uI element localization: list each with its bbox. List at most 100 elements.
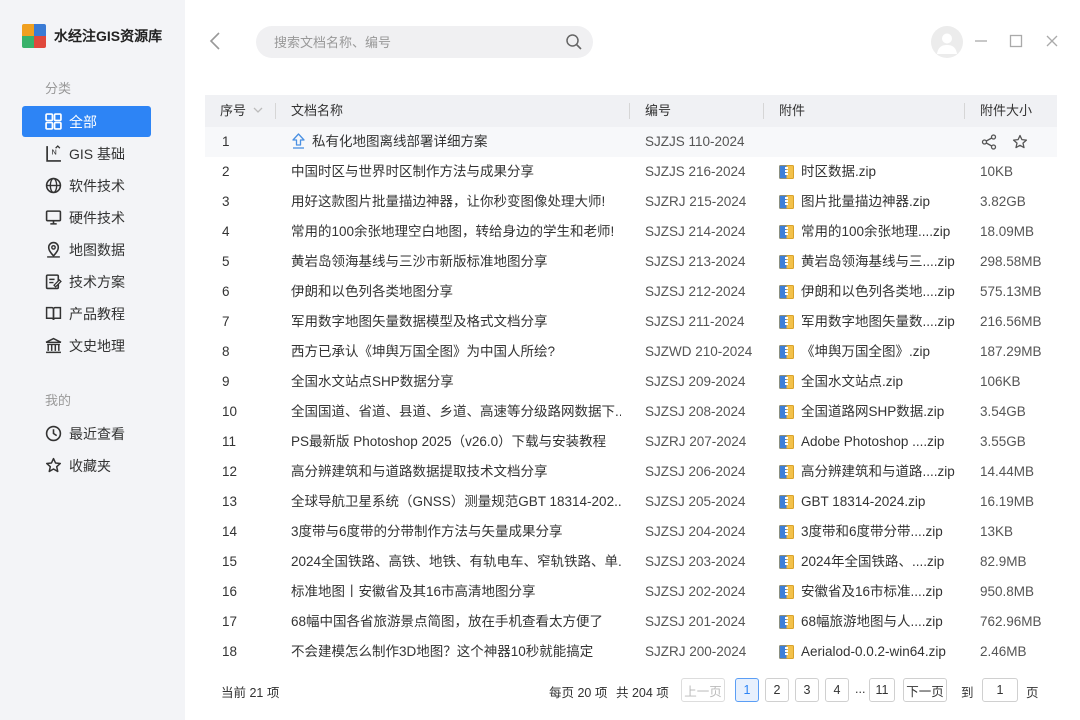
- avatar[interactable]: [931, 26, 963, 58]
- table-row[interactable]: 7 军用数字地图矢量数据模型及格式文档分享 SJZSJ 211-2024 军用数字地图…: [205, 307, 1057, 337]
- row-title-link[interactable]: 全球导航卫星系统（GNSS）测量规范GBT 18314-202...: [291, 487, 621, 517]
- prev-page-button[interactable]: 上一页: [681, 678, 725, 702]
- zip-file-icon: [779, 645, 794, 659]
- next-page-button[interactable]: 下一页: [903, 678, 947, 702]
- row-title-link[interactable]: 用好这款图片批量描边神器，让你秒变图像处理大师!: [291, 187, 621, 217]
- table-row[interactable]: 16 标准地图丨安徽省及其16市高清地图分享 SJZSJ 202-2024 安徽省及1…: [205, 577, 1057, 607]
- row-attachment-link[interactable]: 全国道路网SHP数据.zip: [779, 397, 959, 427]
- row-title-link[interactable]: 西方已承认《坤舆万国全图》为中国人所绘?: [291, 337, 621, 367]
- row-attachment-link[interactable]: 全国水文站点.zip: [779, 367, 959, 397]
- row-title-link[interactable]: PS最新版 Photoshop 2025（v26.0）下载与安装教程: [291, 427, 621, 457]
- close-button[interactable]: [1043, 32, 1061, 50]
- table-row[interactable]: 15 2024全国铁路、高铁、地铁、有轨电车、窄轨铁路、单... SJZSJ 203…: [205, 547, 1057, 577]
- table-row[interactable]: 10 全国国道、省道、县道、乡道、高速等分级路网数据下... SJZSJ 208-2…: [205, 397, 1057, 427]
- nav-item-tech-solution[interactable]: 技术方案: [22, 266, 151, 297]
- table-row[interactable]: 3 用好这款图片批量描边神器，让你秒变图像处理大师! SJZRJ 215-2024 图…: [205, 187, 1057, 217]
- header-size[interactable]: 附件大小: [980, 95, 1032, 127]
- header-name[interactable]: 文档名称: [291, 95, 343, 127]
- table-row[interactable]: 8 西方已承认《坤舆万国全图》为中国人所绘? SJZWD 210-2024 《坤舆万国…: [205, 337, 1057, 367]
- row-title-link[interactable]: 不会建模怎么制作3D地图？这个神器10秒就能搞定: [291, 637, 621, 667]
- back-button[interactable]: [205, 31, 225, 51]
- table-row[interactable]: 13 全球导航卫星系统（GNSS）测量规范GBT 18314-202... SJZS…: [205, 487, 1057, 517]
- row-code: SJZSJ 201-2024: [645, 614, 746, 629]
- header-attachment[interactable]: 附件: [779, 95, 805, 127]
- row-title-link[interactable]: 私有化地图离线部署详细方案: [291, 127, 621, 157]
- attachment-filename: 图片批量描边神器.zip: [801, 194, 931, 209]
- row-title-link[interactable]: 标准地图丨安徽省及其16市高清地图分享: [291, 577, 621, 607]
- row-title-link[interactable]: 常用的100余张地理空白地图，转给身边的学生和老师!: [291, 217, 621, 247]
- page-button-1[interactable]: 1: [735, 678, 759, 702]
- nav-item-history-geo[interactable]: 文史地理: [22, 330, 151, 361]
- search-input[interactable]: [274, 26, 564, 58]
- share-icon: [981, 134, 997, 150]
- table-row[interactable]: 18 不会建模怎么制作3D地图？这个神器10秒就能搞定 SJZRJ 200-2024…: [205, 637, 1057, 667]
- nav-item-all[interactable]: 全部: [22, 106, 151, 137]
- nav-item-map-data[interactable]: 地图数据: [22, 234, 151, 265]
- share-button[interactable]: [980, 133, 998, 151]
- nav-item-gis-basic[interactable]: N GIS 基础: [22, 138, 151, 169]
- column-divider[interactable]: [763, 103, 764, 119]
- goto-page-input[interactable]: [982, 678, 1018, 702]
- table-row[interactable]: 4 常用的100余张地理空白地图，转给身边的学生和老师! SJZSJ 214-202…: [205, 217, 1057, 247]
- header-index[interactable]: 序号: [220, 95, 263, 127]
- table-row[interactable]: 17 68幅中国各省旅游景点简图，放在手机查看太方便了 SJZSJ 201-2024…: [205, 607, 1057, 637]
- row-attachment-link[interactable]: 高分辨建筑和与道路....zip: [779, 457, 959, 487]
- column-divider[interactable]: [964, 103, 965, 119]
- row-title-link[interactable]: 伊朗和以色列各类地图分享: [291, 277, 621, 307]
- page-button-2[interactable]: 2: [765, 678, 789, 702]
- row-attachment-link[interactable]: 图片批量描边神器.zip: [779, 187, 959, 217]
- nav-item-recent[interactable]: 最近查看: [22, 418, 151, 449]
- row-title-link[interactable]: 2024全国铁路、高铁、地铁、有轨电车、窄轨铁路、单...: [291, 547, 621, 577]
- row-title-link[interactable]: 全国水文站点SHP数据分享: [291, 367, 621, 397]
- nav-item-software[interactable]: 软件技术: [22, 170, 151, 201]
- column-divider[interactable]: [629, 103, 630, 119]
- attachment-filename: Adobe Photoshop ....zip: [801, 434, 945, 449]
- row-title-link[interactable]: 68幅中国各省旅游景点简图，放在手机查看太方便了: [291, 607, 621, 637]
- row-attachment-link[interactable]: 68幅旅游地图与人....zip: [779, 607, 959, 637]
- favorite-button[interactable]: [1011, 133, 1029, 151]
- table-row[interactable]: 2 中国时区与世界时区制作方法与成果分享 SJZJS 216-2024 时区数据.zi…: [205, 157, 1057, 187]
- row-title-link[interactable]: 高分辨建筑和与道路数据提取技术文档分享: [291, 457, 621, 487]
- zip-file-icon: [779, 465, 794, 479]
- row-attachment-link[interactable]: 军用数字地图矢量数....zip: [779, 307, 959, 337]
- row-attachment-link[interactable]: 安徽省及16市标准....zip: [779, 577, 959, 607]
- row-title-link[interactable]: 黄岩岛领海基线与三沙市新版标准地图分享: [291, 247, 621, 277]
- nav-item-hardware[interactable]: 硬件技术: [22, 202, 151, 233]
- row-attachment-link[interactable]: 时区数据.zip: [779, 157, 959, 187]
- table-row[interactable]: 11 PS最新版 Photoshop 2025（v26.0）下载与安装教程 SJZR…: [205, 427, 1057, 457]
- page-button-last[interactable]: 11: [869, 678, 895, 702]
- zip-file-icon: [779, 225, 794, 239]
- nav-item-favorites[interactable]: 收藏夹: [22, 450, 151, 481]
- table-row[interactable]: 14 3度带与6度带的分带制作方法与矢量成果分享 SJZSJ 204-2024 3度带…: [205, 517, 1057, 547]
- column-divider[interactable]: [275, 103, 276, 119]
- page-button-4[interactable]: 4: [825, 678, 849, 702]
- table-row[interactable]: 12 高分辨建筑和与道路数据提取技术文档分享 SJZSJ 206-2024 高分辨建筑…: [205, 457, 1057, 487]
- row-title-link[interactable]: 3度带与6度带的分带制作方法与矢量成果分享: [291, 517, 621, 547]
- row-attachment-link[interactable]: 2024年全国铁路、....zip: [779, 547, 959, 577]
- row-attachment-link[interactable]: GBT 18314-2024.zip: [779, 487, 959, 517]
- table-row[interactable]: 9 全国水文站点SHP数据分享 SJZSJ 209-2024 全国水文站点.zip 10…: [205, 367, 1057, 397]
- row-attachment-link[interactable]: 3度带和6度带分带....zip: [779, 517, 959, 547]
- table-row[interactable]: 5 黄岩岛领海基线与三沙市新版标准地图分享 SJZSJ 213-2024 黄岩岛领海基…: [205, 247, 1057, 277]
- row-code: SJZSJ 209-2024: [645, 374, 746, 389]
- row-attachment-link[interactable]: Adobe Photoshop ....zip: [779, 427, 959, 457]
- table-row[interactable]: 1 私有化地图离线部署详细方案 SJZJS 110-2024: [205, 127, 1057, 157]
- nav-label: 文史地理: [69, 337, 125, 354]
- row-attachment-link[interactable]: 常用的100余张地理....zip: [779, 217, 959, 247]
- per-page-select[interactable]: 每页 20 项: [549, 682, 607, 701]
- row-attachment-link[interactable]: 伊朗和以色列各类地....zip: [779, 277, 959, 307]
- row-title-link[interactable]: 中国时区与世界时区制作方法与成果分享: [291, 157, 621, 187]
- page-button-3[interactable]: 3: [795, 678, 819, 702]
- attachment-filename: Aerialod-0.0.2-win64.zip: [801, 644, 946, 659]
- minimize-button[interactable]: [972, 32, 990, 50]
- maximize-button[interactable]: [1007, 32, 1025, 50]
- table-row[interactable]: 6 伊朗和以色列各类地图分享 SJZSJ 212-2024 伊朗和以色列各类地....…: [205, 277, 1057, 307]
- search-icon[interactable]: [565, 33, 583, 51]
- row-title-link[interactable]: 军用数字地图矢量数据模型及格式文档分享: [291, 307, 621, 337]
- row-attachment-link[interactable]: 黄岩岛领海基线与三....zip: [779, 247, 959, 277]
- row-title-link[interactable]: 全国国道、省道、县道、乡道、高速等分级路网数据下...: [291, 397, 621, 427]
- row-attachment-link[interactable]: Aerialod-0.0.2-win64.zip: [779, 637, 959, 667]
- nav-item-tutorial[interactable]: 产品教程: [22, 298, 151, 329]
- row-attachment-link[interactable]: 《坤舆万国全图》.zip: [779, 337, 959, 367]
- header-code[interactable]: 编号: [645, 95, 671, 127]
